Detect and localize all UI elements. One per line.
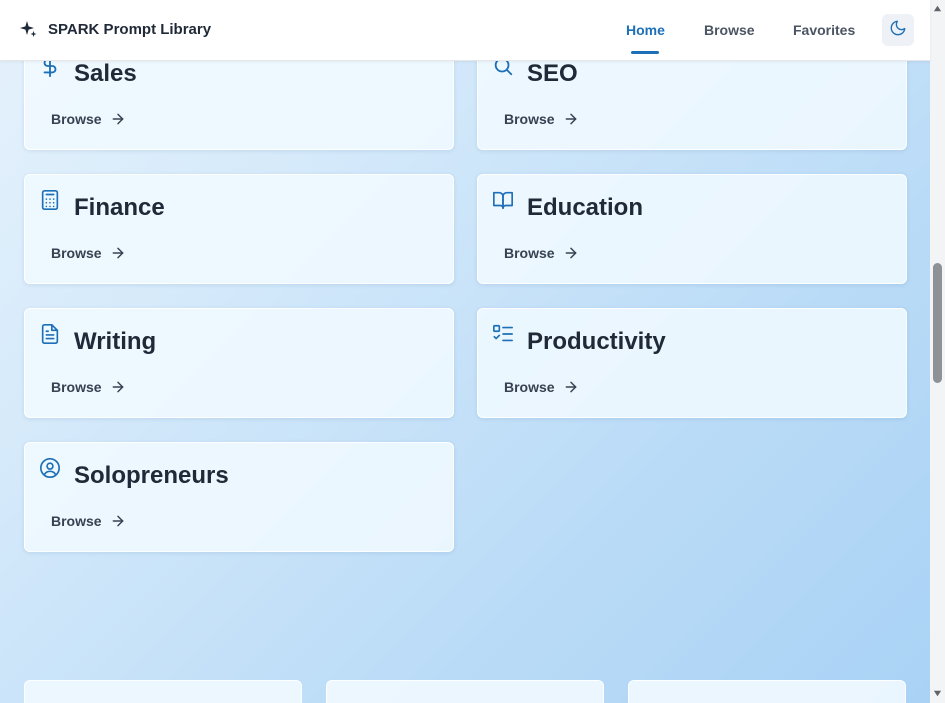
arrow-right-icon (112, 247, 123, 259)
nav-browse[interactable]: Browse (704, 22, 755, 38)
browse-link-sales[interactable]: Browse (51, 111, 126, 127)
calculator-icon (39, 189, 61, 211)
card-partial (628, 680, 906, 703)
scroll-down-icon[interactable] (933, 689, 942, 698)
browse-link-productivity[interactable]: Browse (504, 379, 579, 395)
browse-link-label: Browse (504, 379, 555, 395)
browse-link-label: Browse (504, 245, 555, 261)
app-title: SPARK Prompt Library (48, 20, 212, 38)
category-title: Solopreneurs (74, 462, 229, 489)
theme-toggle-button[interactable] (882, 14, 914, 46)
category-title: Finance (74, 194, 165, 221)
category-title: Education (527, 194, 644, 221)
browse-link-finance[interactable]: Browse (51, 245, 126, 261)
active-tab-indicator (631, 51, 659, 54)
browse-link-label: Browse (504, 111, 555, 127)
arrow-right-icon (565, 381, 576, 393)
browse-link-label: Browse (51, 111, 102, 127)
arrow-right-icon (112, 515, 123, 527)
browse-link-seo[interactable]: Browse (504, 111, 579, 127)
browse-link-solopreneurs[interactable]: Browse (51, 513, 126, 529)
brand[interactable]: SPARK Prompt Library (18, 19, 211, 39)
category-card-productivity: Productivity Browse (477, 308, 907, 418)
nav-favorites[interactable]: Favorites (793, 22, 855, 38)
arrow-right-icon (112, 113, 123, 125)
category-title: Productivity (527, 328, 666, 355)
category-title: SEO (527, 60, 578, 87)
card-partial (24, 680, 302, 703)
user-circle-icon (39, 457, 61, 479)
file-text-icon (39, 323, 61, 345)
scroll-up-icon[interactable] (933, 4, 942, 13)
category-card-education: Education Browse (477, 174, 907, 284)
nav-home[interactable]: Home (626, 22, 665, 38)
category-title: Writing (74, 328, 157, 355)
moon-icon (889, 19, 907, 42)
scrollbar-thumb[interactable] (933, 263, 942, 383)
category-card-finance: Finance Browse (24, 174, 454, 284)
browse-link-education[interactable]: Browse (504, 245, 579, 261)
browse-link-label: Browse (51, 245, 102, 261)
arrow-right-icon (565, 113, 576, 125)
category-card-writing: Writing Browse (24, 308, 454, 418)
top-navbar: SPARK Prompt Library Home Browse Favorit… (0, 0, 930, 61)
arrow-right-icon (112, 381, 123, 393)
card-partial (326, 680, 604, 703)
list-checks-icon (492, 323, 514, 345)
browse-link-label: Browse (51, 379, 102, 395)
vertical-scrollbar[interactable] (930, 0, 945, 703)
category-title: Sales (74, 60, 137, 87)
browse-link-label: Browse (51, 513, 102, 529)
book-open-icon (492, 189, 514, 211)
browse-link-writing[interactable]: Browse (51, 379, 126, 395)
category-card-solopreneurs: Solopreneurs Browse (24, 442, 454, 552)
sparkles-icon (18, 19, 38, 39)
arrow-right-icon (565, 247, 576, 259)
